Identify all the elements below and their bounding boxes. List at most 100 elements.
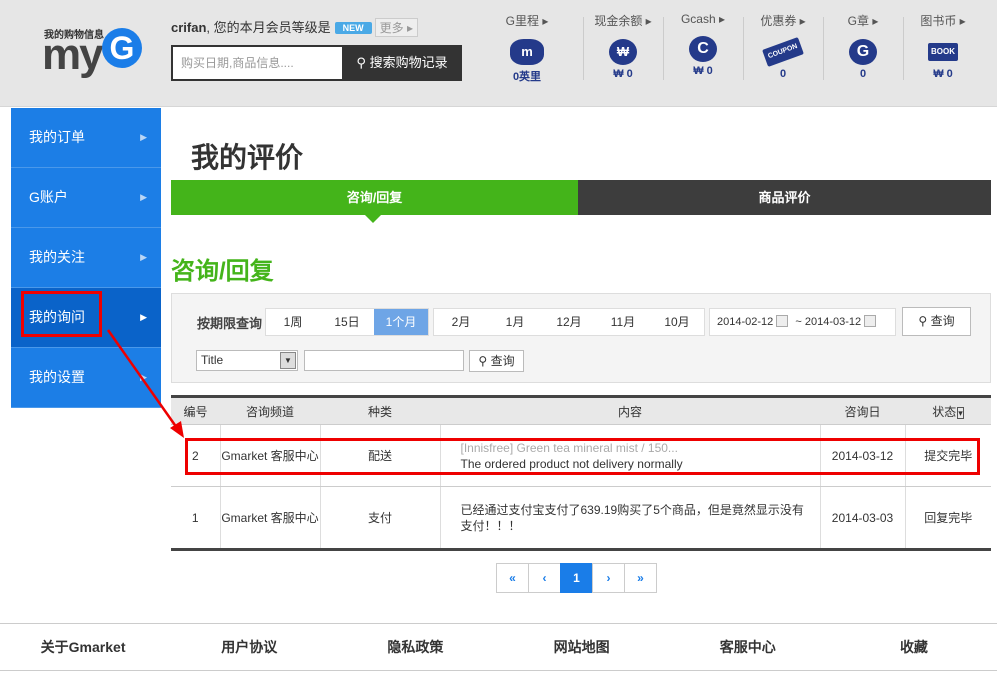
row-type: 支付	[319, 486, 440, 550]
col-number: 编号	[171, 396, 220, 425]
table-header: 编号 咨询频道 种类 内容 咨询日 状态 ▾	[171, 396, 991, 425]
chevron-right-icon: ▶	[140, 132, 147, 142]
keyword-query-button[interactable]: ⚲ 查询	[469, 350, 524, 372]
search-input[interactable]: 购买日期,商品信息....	[171, 45, 342, 81]
period-month[interactable]: 2月	[434, 309, 488, 335]
table-row[interactable]: 2 Gmarket 客服中心 配送 [Innisfree] Green tea …	[171, 424, 991, 487]
col-type: 种类	[320, 396, 440, 425]
period-1-month[interactable]: 1个月	[374, 309, 428, 335]
stat-cash[interactable]: 现金余额 ▸ ₩ ₩ 0	[583, 12, 663, 80]
stat-value: 0英里	[512, 71, 542, 83]
footer-link-about[interactable]: 关于Gmarket	[0, 624, 166, 670]
stat-label: G章	[847, 14, 869, 28]
keyword-input[interactable]	[304, 350, 464, 371]
footer-link-terms[interactable]: 用户协议	[166, 624, 332, 670]
footer: 关于Gmarket 用户协议 隐私政策 网站地图 客服中心 收藏	[0, 623, 997, 671]
period-group-relative: 1周 15日 1个月	[265, 308, 429, 336]
next-page-button[interactable]: ›	[592, 563, 625, 593]
tab-inquiry-reply[interactable]: 咨询/回复	[171, 180, 578, 215]
calendar-icon[interactable]	[864, 315, 877, 327]
footer-link-support[interactable]: 客服中心	[665, 624, 831, 670]
sidebar-item-following[interactable]: 我的关注 ▶	[11, 228, 161, 288]
period-month[interactable]: 10月	[650, 309, 704, 335]
more-button[interactable]: 更多 ▸	[374, 18, 419, 37]
more-label: 更多	[379, 21, 404, 35]
first-page-button[interactable]: «	[496, 563, 529, 593]
logo[interactable]: my	[42, 30, 104, 80]
date-separator: ~	[795, 316, 802, 328]
piggy-m-icon: m	[510, 39, 544, 65]
row-date: 2014-03-03	[819, 486, 905, 550]
prev-page-button[interactable]: ‹	[528, 563, 561, 593]
search-icon: ⚲	[356, 55, 366, 70]
footer-link-favorite[interactable]: 收藏	[831, 624, 997, 670]
inquiry-text[interactable]: The ordered product not delivery normall…	[461, 456, 820, 472]
new-badge: NEW	[334, 22, 372, 34]
period-month[interactable]: 11月	[596, 309, 650, 335]
sort-dropdown-icon[interactable]: ▾	[957, 406, 964, 419]
search-field-select[interactable]: Title ▼	[196, 350, 298, 371]
stat-coupon[interactable]: 优惠券 ▸ COUPON 0	[743, 12, 823, 80]
logo-g-icon[interactable]: G	[102, 28, 142, 68]
period-month[interactable]: 12月	[542, 309, 596, 335]
stat-g-mileage[interactable]: G里程 ▸ m 0英里	[487, 12, 567, 84]
table-row[interactable]: 1 Gmarket 客服中心 支付 已经通过支付宝支付了639.19购买了5个商…	[171, 486, 991, 550]
search-button[interactable]: ⚲ 搜索购物记录	[342, 45, 462, 81]
query-label: 查询	[930, 314, 955, 328]
sidebar-item-label: 我的设置	[29, 369, 85, 385]
col-status[interactable]: 状态 ▾	[905, 396, 991, 425]
period-15-days[interactable]: 15日	[320, 309, 374, 335]
col-content: 内容	[440, 396, 820, 425]
footer-link-sitemap[interactable]: 网站地图	[499, 624, 665, 670]
select-value: Title	[201, 353, 224, 367]
date-to-input[interactable]: 2014-03-12	[805, 316, 861, 328]
chevron-right-icon: ▶	[140, 252, 147, 262]
inquiry-text[interactable]: 已经通过支付宝支付了639.19购买了5个商品，但是竟然显示没有支付！！！	[461, 502, 810, 534]
stat-label: G里程	[505, 14, 539, 28]
chevron-right-icon: ▶	[140, 192, 147, 202]
section-title: 咨询/回复	[171, 258, 274, 285]
product-name[interactable]: [Innisfree] Green tea mineral mist / 150…	[461, 440, 820, 456]
period-query-button[interactable]: ⚲ 查询	[902, 307, 971, 336]
col-date: 咨询日	[820, 396, 905, 425]
calendar-icon[interactable]	[776, 315, 789, 327]
period-filter-label: 按期限查询	[197, 316, 263, 331]
sidebar-item-g-account[interactable]: G账户 ▶	[11, 168, 161, 228]
footer-link-privacy[interactable]: 隐私政策	[332, 624, 498, 670]
gcash-c-icon: C	[689, 36, 717, 62]
chevron-right-icon: ▶	[140, 372, 147, 382]
search-icon: ⚲	[478, 354, 488, 368]
row-content[interactable]: [Innisfree] Green tea mineral mist / 150…	[439, 424, 820, 487]
username: crifan	[171, 20, 207, 35]
stat-label: 图书币	[920, 14, 957, 28]
stat-label: 优惠券	[760, 14, 797, 28]
period-month[interactable]: 1月	[488, 309, 542, 335]
coupon-icon: COUPON	[762, 37, 804, 67]
date-range: 2014-02-12 ~ 2014-03-12	[709, 308, 896, 336]
date-from-input[interactable]: 2014-02-12	[717, 316, 773, 328]
page-1-button[interactable]: 1	[560, 563, 593, 593]
query-label: 查询	[490, 354, 515, 368]
pagination: « ‹ 1 › »	[496, 563, 657, 593]
tab-product-review[interactable]: 商品评价	[578, 180, 991, 215]
row-date: 2014-03-12	[819, 424, 905, 487]
search-icon: ⚲	[918, 314, 928, 328]
sidebar-item-label: G账户	[29, 189, 68, 205]
stat-value: ₩ 0	[933, 68, 953, 80]
row-channel: Gmarket 客服中心	[219, 424, 320, 487]
header: 我的购物信息 my G crifan, 您的本月会员等级是 NEW 更多 ▸ 购买日…	[0, 0, 997, 107]
sidebar-item-orders[interactable]: 我的订单 ▶	[11, 108, 161, 168]
sidebar-item-inquiries[interactable]: 我的询问 ▶	[11, 288, 161, 348]
sidebar-item-settings[interactable]: 我的设置 ▶	[11, 348, 161, 408]
stat-value: 0	[859, 68, 867, 80]
stat-value: ₩ 0	[613, 68, 633, 80]
stat-gcash[interactable]: Gcash ▸ C ₩ 0	[663, 12, 743, 77]
sidebar: 我的订单 ▶ G账户 ▶ 我的关注 ▶ 我的询问 ▶ 我的设置 ▶	[11, 108, 161, 408]
row-content[interactable]: 已经通过支付宝支付了639.19购买了5个商品，但是竟然显示没有支付！！！	[439, 486, 820, 550]
stat-book-coin[interactable]: 图书币 ▸ BOOK ₩ 0	[903, 12, 983, 80]
stat-g-stamp[interactable]: G章 ▸ G 0	[823, 12, 903, 80]
period-1-week[interactable]: 1周	[266, 309, 320, 335]
last-page-button[interactable]: »	[624, 563, 657, 593]
col-channel: 咨询频道	[220, 396, 320, 425]
stat-label: 现金余额	[594, 14, 643, 28]
